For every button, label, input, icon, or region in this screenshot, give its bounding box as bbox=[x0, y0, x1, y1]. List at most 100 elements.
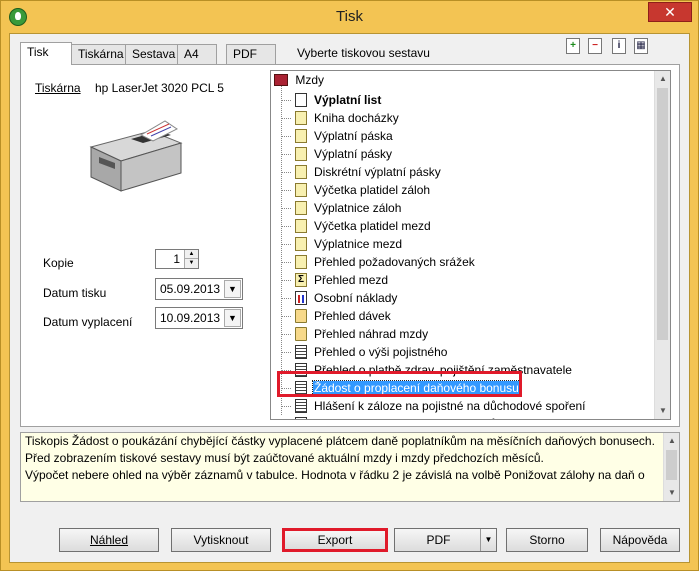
tree-item-label: Přehled mezd bbox=[314, 273, 389, 287]
tree-item[interactable]: Kniha docházky bbox=[281, 109, 655, 127]
tree-item-label: Výplatnice záloh bbox=[314, 201, 402, 215]
tree-connector bbox=[281, 154, 291, 155]
tree-connector bbox=[281, 85, 282, 415]
tab-tiskarna[interactable]: Tiskárna bbox=[71, 44, 126, 64]
chevron-down-icon[interactable]: ▼ bbox=[224, 280, 241, 298]
add-icon[interactable]: + bbox=[566, 38, 580, 54]
window-title: Tisk bbox=[336, 8, 363, 25]
tree-root-mzdy[interactable]: Mzdy bbox=[274, 73, 324, 91]
tree-item[interactable]: Hlášení k záloze na pojistné na důchodov… bbox=[295, 415, 655, 419]
tree-item[interactable]: Přehled o výši pojistného bbox=[281, 343, 655, 361]
datum-vyplaceni-label: Datum vyplacení bbox=[43, 315, 133, 329]
scroll-up-icon[interactable]: ▲ bbox=[655, 71, 670, 87]
tree-connector bbox=[281, 406, 291, 407]
tab-pdf[interactable]: PDF bbox=[226, 44, 276, 64]
settings-grid-icon[interactable]: ▦ bbox=[634, 38, 648, 54]
tree-item[interactable]: Osobní náklady bbox=[281, 289, 655, 307]
tree-item-label: Výplatní pásky bbox=[314, 147, 393, 161]
tree-item[interactable]: Výplatnice záloh bbox=[281, 199, 655, 217]
button-bar: Náhled Vytisknout Export PDF ▼ Storno Ná… bbox=[10, 528, 691, 556]
report-chart-icon bbox=[295, 291, 307, 305]
tree-item-label: Kniha docházky bbox=[314, 111, 399, 125]
datum-tisku-picker[interactable]: 05.09.2013 ▼ bbox=[155, 278, 243, 300]
stepper-down-icon[interactable]: ▼ bbox=[185, 259, 198, 268]
tree-connector bbox=[281, 244, 291, 245]
info-icon[interactable]: i bbox=[612, 38, 626, 54]
vytisknout-button[interactable]: Vytisknout bbox=[171, 528, 271, 552]
scroll-thumb[interactable] bbox=[666, 450, 677, 480]
kopie-stepper[interactable]: 1 ▲ ▼ bbox=[155, 249, 199, 269]
tree-item-label: Diskrétní výplatní pásky bbox=[314, 165, 441, 179]
tree-connector bbox=[281, 136, 291, 137]
printer-link[interactable]: Tiskárna bbox=[35, 81, 81, 95]
tree-item-label: Přehled náhrad mzdy bbox=[314, 327, 429, 341]
export-button[interactable]: Export bbox=[282, 528, 388, 552]
report-folder-icon bbox=[295, 327, 307, 341]
description-line: Před zobrazením tiskové sestavy musí být… bbox=[25, 451, 544, 465]
report-yellow-icon bbox=[295, 201, 307, 215]
tree-item[interactable]: Σ Přehled mezd bbox=[281, 271, 655, 289]
nahled-button[interactable]: Náhled bbox=[59, 528, 159, 552]
tree-connector bbox=[281, 172, 291, 173]
tree-scrollbar[interactable]: ▲ ▼ bbox=[654, 71, 670, 419]
tree-item[interactable]: Výplatní pásky bbox=[281, 145, 655, 163]
tree-connector bbox=[281, 334, 291, 335]
kopie-label: Kopie bbox=[43, 256, 74, 270]
napoveda-button[interactable]: Nápověda bbox=[600, 528, 680, 552]
scroll-down-icon[interactable]: ▼ bbox=[655, 403, 670, 419]
close-icon: ✕ bbox=[664, 4, 676, 20]
scroll-thumb[interactable] bbox=[657, 88, 668, 340]
storno-button[interactable]: Storno bbox=[506, 528, 588, 552]
nahled-label: Náhled bbox=[89, 533, 129, 547]
title-bar[interactable]: Tisk ✕ bbox=[1, 1, 698, 33]
close-button[interactable]: ✕ bbox=[648, 2, 692, 22]
report-yellow-icon bbox=[295, 237, 307, 251]
description-scrollbar[interactable]: ▲ ▼ bbox=[663, 433, 679, 501]
tab-tisk[interactable]: Tisk bbox=[20, 42, 72, 65]
scroll-down-icon[interactable]: ▼ bbox=[664, 485, 679, 501]
tree-item-label: Výčetka platidel mezd bbox=[314, 219, 431, 233]
pdf-button[interactable]: PDF ▼ bbox=[394, 528, 497, 552]
tree-connector bbox=[281, 118, 291, 119]
scroll-up-icon[interactable]: ▲ bbox=[664, 433, 679, 449]
book-icon bbox=[274, 74, 288, 86]
tree-item-label: Výplatnice mezd bbox=[314, 237, 403, 251]
tree-connector bbox=[281, 190, 291, 191]
report-yellow-icon bbox=[295, 183, 307, 197]
tree-item[interactable]: Hlášení k záloze na pojistné na důchodov… bbox=[281, 397, 655, 415]
printer-illustration-icon bbox=[89, 120, 183, 192]
tree-item[interactable]: Výplatnice mezd bbox=[281, 235, 655, 253]
kopie-value: 1 bbox=[173, 252, 180, 266]
tree-item-label: Výčetka platidel záloh bbox=[314, 183, 431, 197]
report-yellow-icon bbox=[295, 111, 307, 125]
datum-vyplaceni-picker[interactable]: 10.09.2013 ▼ bbox=[155, 307, 243, 329]
tree-item[interactable]: Přehled požadovaných srážek bbox=[281, 253, 655, 271]
tree-item[interactable]: Výčetka platidel záloh bbox=[281, 181, 655, 199]
report-tree[interactable]: Mzdy Výplatní list Kniha docházky Výplatní… bbox=[270, 70, 671, 420]
report-yellow-icon bbox=[295, 255, 307, 269]
chevron-down-icon[interactable]: ▼ bbox=[480, 529, 496, 551]
tree-connector bbox=[281, 100, 291, 101]
tree-connector bbox=[281, 316, 291, 317]
datum-vyplaceni-value: 10.09.2013 bbox=[160, 311, 221, 325]
datum-tisku-label: Datum tisku bbox=[43, 286, 107, 300]
dialog-body: Tisk Tiskárna Sestava A4 PDF Vyberte tis… bbox=[9, 33, 690, 563]
tree-item[interactable]: Výplatní páska bbox=[281, 127, 655, 145]
tree-item[interactable]: Přehled dávek bbox=[281, 307, 655, 325]
tree-item[interactable]: Diskrétní výplatní pásky bbox=[281, 163, 655, 181]
remove-icon[interactable]: − bbox=[588, 38, 602, 54]
tree-connector bbox=[281, 352, 291, 353]
tree-item-label: Přehled o výši pojistného bbox=[314, 345, 448, 359]
tree-root-label: Mzdy bbox=[295, 73, 325, 87]
tree-item[interactable]: Přehled náhrad mzdy bbox=[281, 325, 655, 343]
report-folder-icon bbox=[295, 309, 307, 323]
report-yellow-icon bbox=[295, 129, 307, 143]
tree-item[interactable]: Výčetka platidel mezd bbox=[281, 217, 655, 235]
tab-a4[interactable]: A4 bbox=[177, 44, 217, 64]
tree-item[interactable]: Výplatní list bbox=[281, 91, 655, 109]
tree-item-label: Výplatní páska bbox=[314, 129, 393, 143]
stepper-up-icon[interactable]: ▲ bbox=[185, 250, 198, 259]
report-lines-icon bbox=[295, 417, 307, 419]
tab-sestava[interactable]: Sestava bbox=[125, 44, 178, 64]
chevron-down-icon[interactable]: ▼ bbox=[224, 309, 241, 327]
